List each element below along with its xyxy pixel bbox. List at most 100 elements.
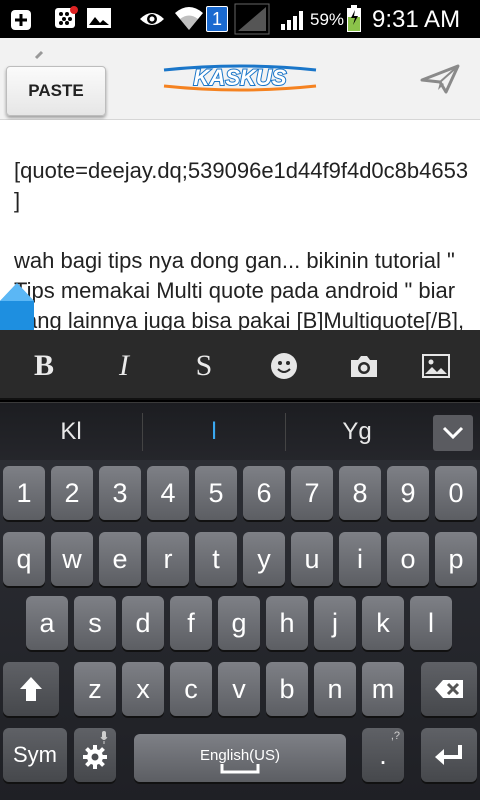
period-key[interactable]: . ,?	[362, 728, 404, 782]
key-w[interactable]: w	[51, 532, 93, 586]
camera-button[interactable]	[344, 346, 384, 386]
key-label: 2	[64, 477, 80, 508]
notification-count: 1	[211, 8, 222, 29]
key-y[interactable]: y	[243, 532, 285, 586]
italic-button[interactable]: I	[104, 346, 144, 386]
key-label: u	[304, 543, 320, 574]
key-3[interactable]: 3	[99, 466, 141, 520]
enter-key[interactable]	[421, 728, 477, 782]
key-o[interactable]: o	[387, 532, 429, 586]
key-label: q	[16, 543, 32, 574]
key-label: w	[62, 543, 82, 574]
editor-text[interactable]: [quote=deejay.dq;539096e1d44f9f4d0c8b465…	[14, 156, 470, 330]
insert-image-button[interactable]	[416, 346, 456, 386]
key-u[interactable]: u	[291, 532, 333, 586]
text-cursor-handle[interactable]	[0, 283, 34, 330]
key-t[interactable]: t	[195, 532, 237, 586]
send-button[interactable]	[416, 58, 464, 98]
space-key[interactable]: English(US)	[134, 734, 346, 782]
key-l[interactable]: l	[410, 596, 452, 650]
key-a[interactable]: a	[26, 596, 68, 650]
key-label: d	[135, 607, 151, 638]
eye-icon	[138, 9, 166, 34]
key-2[interactable]: 2	[51, 466, 93, 520]
key-r[interactable]: r	[147, 532, 189, 586]
suggestion-left[interactable]: Kl	[0, 403, 142, 461]
key-z[interactable]: z	[74, 662, 116, 716]
chevron-down-icon	[442, 426, 464, 440]
key-label: k	[376, 607, 390, 638]
keyboard: 1 2 3 4 5 6 7 8 9 0 q w e r t y u i o p …	[0, 460, 480, 800]
suggestion-right[interactable]: Yg	[286, 403, 428, 461]
strikethrough-button[interactable]: S	[184, 346, 224, 386]
key-b[interactable]: b	[266, 662, 308, 716]
smiley-icon	[271, 353, 297, 379]
key-q[interactable]: q	[3, 532, 45, 586]
space-icon	[220, 764, 260, 774]
key-label: r	[163, 543, 173, 574]
suggestion-middle[interactable]: l	[143, 403, 285, 461]
key-label: 0	[448, 477, 464, 508]
key-label: 3	[112, 477, 128, 508]
post-editor[interactable]: [quote=deejay.dq;539096e1d44f9f4d0c8b465…	[0, 120, 480, 330]
key-0[interactable]: 0	[435, 466, 477, 520]
format-toolbar: B I S	[0, 330, 480, 400]
key-d[interactable]: d	[122, 596, 164, 650]
enter-icon	[435, 745, 462, 765]
key-i[interactable]: i	[339, 532, 381, 586]
key-k[interactable]: k	[362, 596, 404, 650]
bold-button[interactable]: B	[24, 346, 64, 386]
backspace-key[interactable]	[421, 662, 477, 716]
svg-text:KASKUS: KASKUS	[194, 65, 287, 90]
key-5[interactable]: 5	[195, 466, 237, 520]
key-label: s	[88, 607, 102, 638]
key-4[interactable]: 4	[147, 466, 189, 520]
key-p[interactable]: p	[435, 532, 477, 586]
key-label: 1	[16, 477, 32, 508]
key-c[interactable]: c	[170, 662, 212, 716]
key-8[interactable]: 8	[339, 466, 381, 520]
key-label: i	[357, 543, 363, 574]
key-j[interactable]: j	[314, 596, 356, 650]
key-label: f	[187, 607, 195, 638]
suggestion-bar: Kl l Yg	[0, 402, 480, 460]
key-label: b	[279, 673, 295, 704]
signal-icon-sim1	[234, 3, 270, 40]
key-m[interactable]: m	[362, 662, 404, 716]
key-n[interactable]: n	[314, 662, 356, 716]
symbols-key[interactable]: Sym	[3, 728, 67, 782]
send-icon	[420, 64, 460, 94]
emoticon-button[interactable]	[264, 346, 304, 386]
camera-icon	[351, 356, 377, 377]
key-s[interactable]: s	[74, 596, 116, 650]
key-label: t	[212, 543, 220, 574]
key-h[interactable]: h	[266, 596, 308, 650]
battery-percent: 59%	[310, 10, 345, 29]
key-x[interactable]: x	[122, 662, 164, 716]
shift-key[interactable]	[3, 662, 59, 716]
key-e[interactable]: e	[99, 532, 141, 586]
backspace-icon	[435, 680, 463, 698]
notification-count-badge: 1	[206, 6, 228, 32]
key-7[interactable]: 7	[291, 466, 333, 520]
suggestion-right-label: Yg	[342, 418, 372, 445]
battery-icon	[346, 5, 362, 38]
key-9[interactable]: 9	[387, 466, 429, 520]
bold-label: B	[33, 349, 54, 382]
key-label: y	[257, 543, 271, 574]
key-v[interactable]: v	[218, 662, 260, 716]
back-icon[interactable]	[30, 48, 46, 68]
key-f[interactable]: f	[170, 596, 212, 650]
key-6[interactable]: 6	[243, 466, 285, 520]
action-bar: PASTE KASKUS	[0, 38, 480, 120]
key-label: 5	[208, 477, 224, 508]
period-alt-label: ,?	[390, 730, 400, 742]
key-label: e	[112, 543, 128, 574]
collapse-suggestions-button[interactable]	[433, 415, 473, 451]
settings-key[interactable]	[74, 728, 116, 782]
paste-button[interactable]: PASTE	[6, 66, 106, 116]
key-1[interactable]: 1	[3, 466, 45, 520]
signal-icon-sim2	[280, 8, 308, 35]
key-g[interactable]: g	[218, 596, 260, 650]
key-label: m	[371, 673, 395, 704]
